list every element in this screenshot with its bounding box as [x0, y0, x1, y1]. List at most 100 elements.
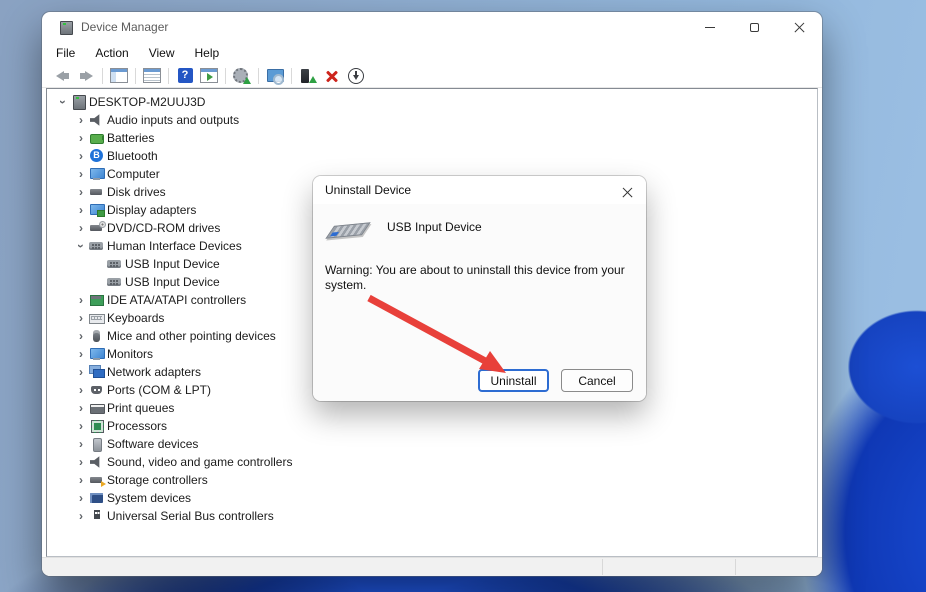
device-manager-app-icon	[58, 20, 73, 34]
uninstall-device-dialog: Uninstall Device USB Input Device Warnin…	[313, 176, 646, 401]
tree-item[interactable]: System devices	[47, 489, 817, 507]
tree-item-label: Computer	[107, 167, 160, 181]
tree-item[interactable]: Bluetooth	[47, 147, 817, 165]
tree-item[interactable]: Sound, video and game controllers	[47, 453, 817, 471]
chevron-collapsed-icon[interactable]	[73, 310, 89, 326]
minimize-button[interactable]	[687, 12, 732, 42]
hid-icon	[107, 275, 123, 289]
tree-item[interactable]: Processors	[47, 417, 817, 435]
menu-action[interactable]: Action	[85, 42, 138, 64]
tree-item-label: DVD/CD-ROM drives	[107, 221, 220, 235]
chevron-collapsed-icon[interactable]	[73, 418, 89, 434]
minimize-icon	[705, 27, 715, 28]
chevron-collapsed-icon[interactable]	[73, 130, 89, 146]
chevron-collapsed-icon[interactable]	[73, 400, 89, 416]
cancel-button[interactable]: Cancel	[561, 369, 633, 392]
tree-item-label: Ports (COM & LPT)	[107, 383, 211, 397]
tree-item-label: Display adapters	[107, 203, 196, 217]
processor-icon	[89, 419, 105, 433]
maximize-icon	[750, 23, 759, 32]
chevron-collapsed-icon[interactable]	[73, 436, 89, 452]
chevron-collapsed-icon[interactable]	[73, 454, 89, 470]
dialog-title: Uninstall Device	[325, 183, 411, 197]
tree-item[interactable]: DESKTOP-M2UUJ3D	[47, 93, 817, 111]
close-button[interactable]	[777, 12, 822, 42]
tree-item[interactable]: Storage controllers	[47, 471, 817, 489]
scan-hardware-changes-icon[interactable]	[264, 65, 286, 87]
tree-item-label: Disk drives	[107, 185, 166, 199]
tree-item[interactable]: Batteries	[47, 129, 817, 147]
tree-item-label: Monitors	[107, 347, 153, 361]
tree-item-label: Processors	[107, 419, 167, 433]
help-icon[interactable]	[174, 65, 196, 87]
update-driver-icon[interactable]	[231, 65, 253, 87]
device-row: USB Input Device	[325, 216, 634, 252]
chevron-collapsed-icon[interactable]	[73, 490, 89, 506]
tree-item-label: Audio inputs and outputs	[107, 113, 239, 127]
statusbar-divider	[735, 559, 736, 575]
chevron-collapsed-icon[interactable]	[73, 292, 89, 308]
toolbar-separator	[258, 68, 259, 84]
uninstall-button[interactable]: Uninstall	[478, 369, 549, 392]
menu-view[interactable]: View	[139, 42, 185, 64]
menu-bar: FileActionViewHelp	[42, 42, 822, 64]
disk-icon	[89, 185, 105, 199]
status-bar	[42, 557, 822, 576]
dvd-icon	[89, 221, 105, 235]
back-icon[interactable]	[51, 65, 73, 87]
chevron-collapsed-icon[interactable]	[73, 184, 89, 200]
chevron-collapsed-icon[interactable]	[73, 508, 89, 524]
desktop-icon	[71, 95, 87, 109]
chevron-collapsed-icon[interactable]	[73, 220, 89, 236]
chevron-collapsed-icon[interactable]	[73, 112, 89, 128]
chevron-collapsed-icon[interactable]	[73, 364, 89, 380]
update-device-driver-icon[interactable]	[297, 65, 319, 87]
forward-icon[interactable]	[75, 65, 97, 87]
tree-item[interactable]: Universal Serial Bus controllers	[47, 507, 817, 525]
chevron-collapsed-icon[interactable]	[73, 382, 89, 398]
chevron-collapsed-icon[interactable]	[73, 328, 89, 344]
toolbar-separator	[135, 68, 136, 84]
menu-file[interactable]: File	[46, 42, 85, 64]
tree-item-label: USB Input Device	[125, 275, 220, 289]
audio-icon	[89, 113, 105, 127]
show-action-pane-icon[interactable]	[198, 65, 220, 87]
dialog-close-button[interactable]	[616, 181, 638, 203]
menu-help[interactable]: Help	[185, 42, 230, 64]
tree-item-label: Human Interface Devices	[107, 239, 242, 253]
tree-item[interactable]: Audio inputs and outputs	[47, 111, 817, 129]
tree-item-label: Batteries	[107, 131, 154, 145]
battery-icon	[89, 131, 105, 145]
tree-item[interactable]: Print queues	[47, 399, 817, 417]
printer-icon	[89, 401, 105, 415]
tree-item-label: IDE ATA/ATAPI controllers	[107, 293, 246, 307]
tree-item-label: DESKTOP-M2UUJ3D	[89, 95, 205, 109]
tree-item[interactable]: Software devices	[47, 435, 817, 453]
properties-icon[interactable]	[141, 65, 163, 87]
tree-item-label: Print queues	[107, 401, 174, 415]
system-icon	[89, 491, 105, 505]
tree-item-label: Storage controllers	[107, 473, 208, 487]
tree-item-label: Keyboards	[107, 311, 164, 325]
ports-icon	[89, 383, 105, 397]
chevron-collapsed-icon[interactable]	[73, 346, 89, 362]
uninstall-device-icon[interactable]	[321, 65, 343, 87]
software-icon	[89, 437, 105, 451]
tree-item-label: System devices	[107, 491, 191, 505]
chevron-expanded-icon[interactable]	[73, 238, 89, 254]
chevron-expanded-icon[interactable]	[55, 94, 71, 110]
maximize-button[interactable]	[732, 12, 777, 42]
disable-device-icon[interactable]	[345, 65, 367, 87]
toolbar-separator	[291, 68, 292, 84]
show-console-tree-icon[interactable]	[108, 65, 130, 87]
chevron-collapsed-icon[interactable]	[73, 166, 89, 182]
warning-text: Warning: You are about to uninstall this…	[325, 263, 636, 293]
titlebar: Device Manager	[42, 12, 822, 42]
chevron-collapsed-icon[interactable]	[73, 148, 89, 164]
chevron-collapsed-icon[interactable]	[73, 202, 89, 218]
display-icon	[89, 203, 105, 217]
tree-item-label: Universal Serial Bus controllers	[107, 509, 274, 523]
toolbar	[42, 64, 822, 88]
tree-item-label: Software devices	[107, 437, 198, 451]
chevron-collapsed-icon[interactable]	[73, 472, 89, 488]
